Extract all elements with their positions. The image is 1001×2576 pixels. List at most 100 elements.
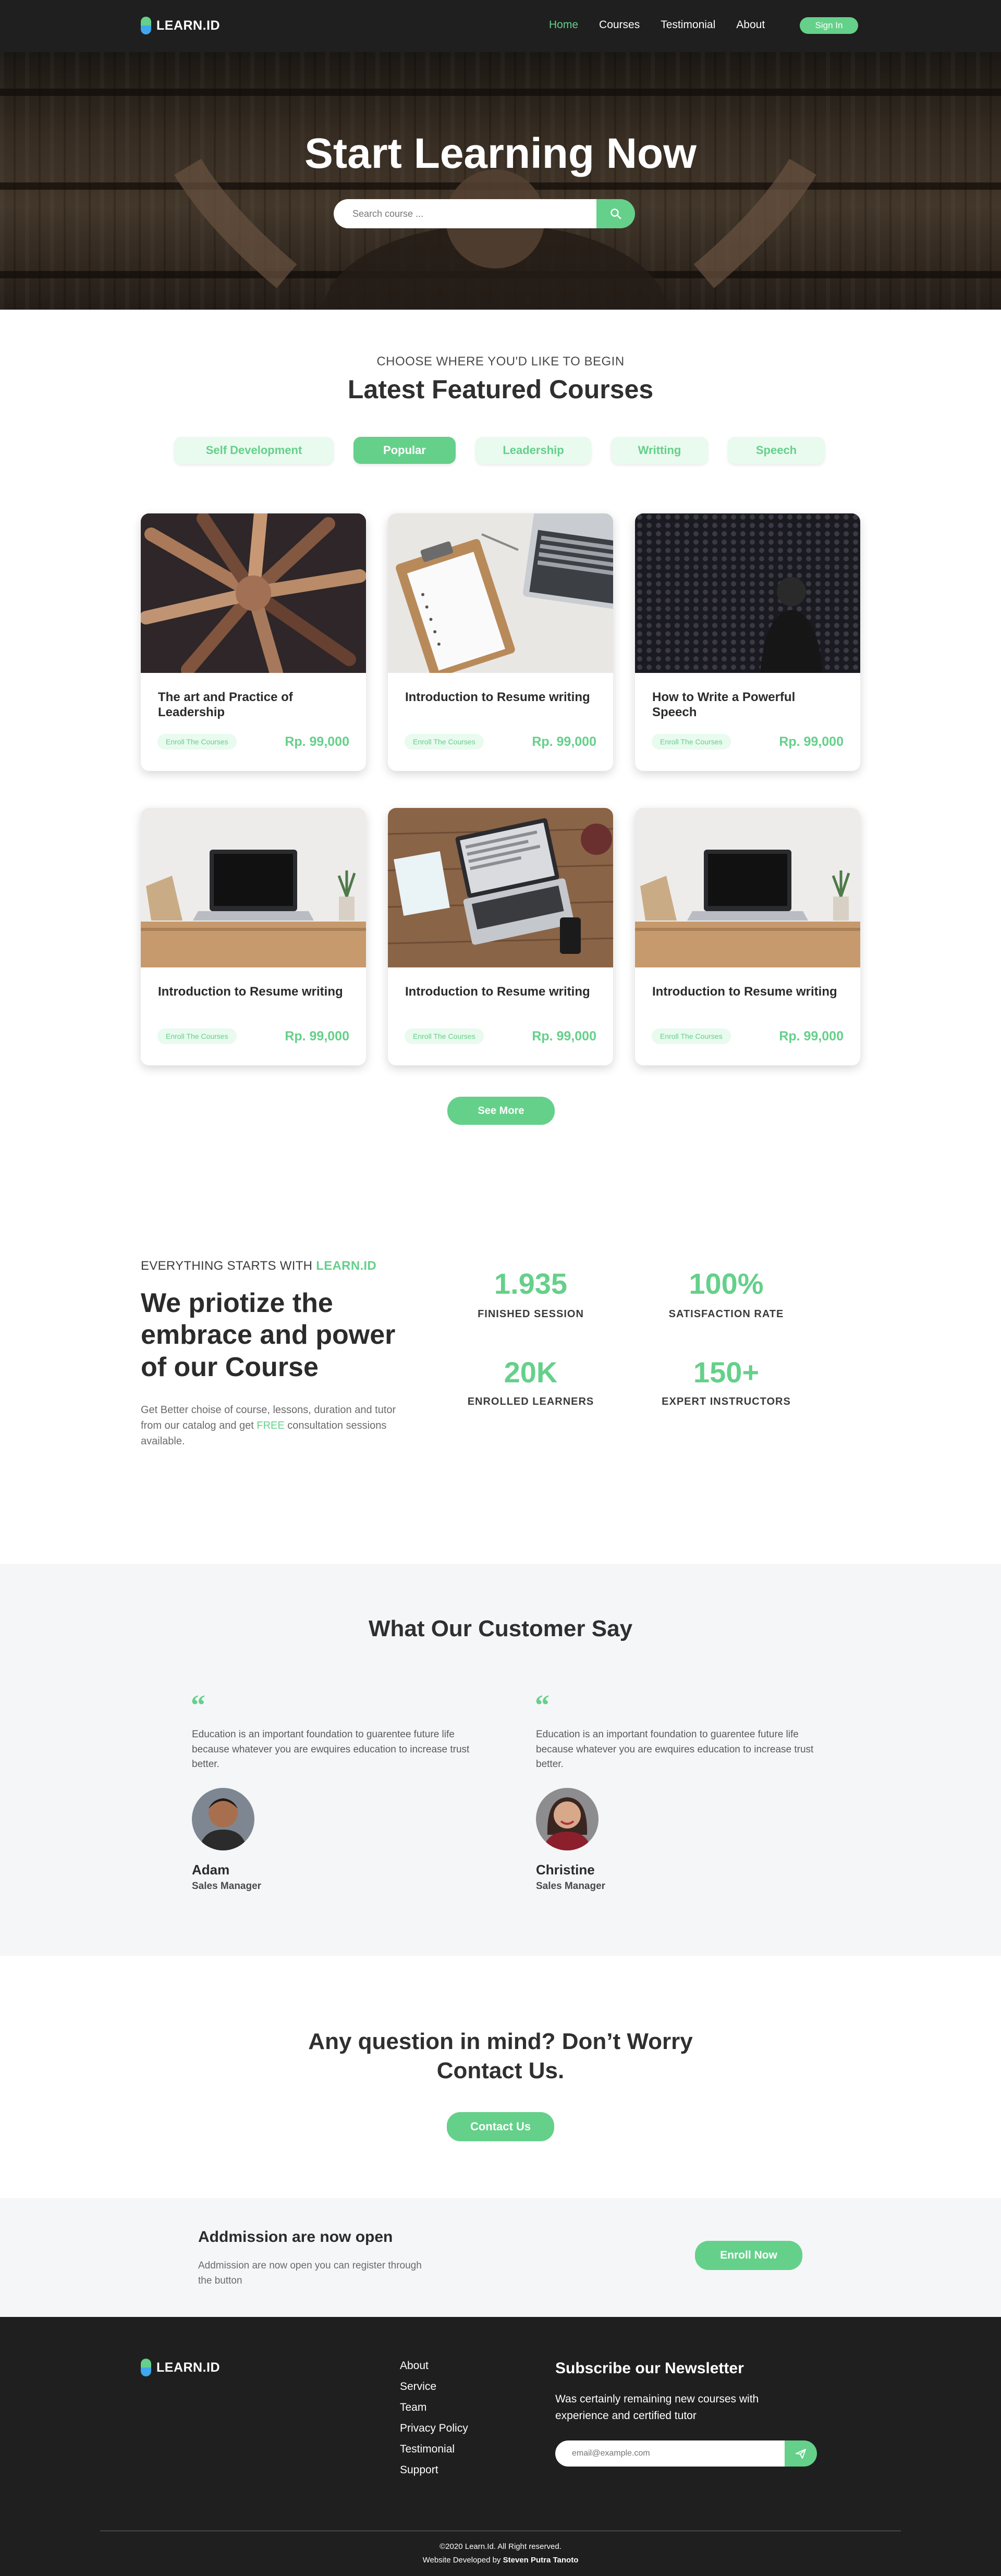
admission-text: Addmission are now open you can register… bbox=[198, 2260, 422, 2286]
about-kicker: EVERYTHING STARTS WITH LEARN.ID bbox=[141, 1259, 376, 1273]
stat-value: 150+ bbox=[693, 1356, 760, 1389]
avatar bbox=[536, 1788, 599, 1850]
newsletter-email-input[interactable] bbox=[555, 2440, 786, 2467]
course-image-teamwork bbox=[141, 513, 366, 673]
courses-title: Latest Featured Courses bbox=[347, 375, 654, 404]
laptop-desk-photo bbox=[141, 808, 366, 967]
footer-link-support[interactable]: Support bbox=[400, 2464, 468, 2476]
testimonial-name: Christine bbox=[536, 1862, 595, 1878]
nav-link-courses[interactable]: Courses bbox=[599, 19, 640, 31]
logo[interactable]: LEARN.ID bbox=[141, 17, 220, 34]
about-title: We priotize the embrace and power of our… bbox=[141, 1288, 396, 1382]
testimonial-role: Sales Manager bbox=[536, 1881, 606, 1892]
course-image-laptop bbox=[635, 808, 860, 967]
course-card[interactable]: Introduction to Resume writing Enroll Th… bbox=[388, 808, 613, 1065]
about-text-free: FREE bbox=[257, 1420, 285, 1431]
testimonial-name: Adam bbox=[192, 1862, 230, 1878]
course-price: Rp. 99,000 bbox=[779, 1029, 844, 1044]
course-title: Introduction to Resume writing bbox=[405, 690, 590, 704]
testimonials-section: What Our Customer Say “ Education is an … bbox=[0, 1564, 1001, 1956]
nav-links: Home Courses Testimonial About bbox=[549, 19, 765, 31]
course-price: Rp. 99,000 bbox=[779, 734, 844, 749]
enroll-tag[interactable]: Enroll The Courses bbox=[405, 734, 484, 750]
nav-link-about[interactable]: About bbox=[736, 19, 765, 31]
course-card[interactable]: Introduction to Resume writing Enroll Th… bbox=[141, 808, 366, 1065]
enroll-tag[interactable]: Enroll The Courses bbox=[652, 1028, 731, 1044]
credit-prefix: Website Developed by bbox=[422, 2556, 501, 2565]
workspace-photo bbox=[388, 808, 613, 967]
logo-text: LEARN.ID bbox=[156, 18, 221, 33]
footer-link-testimonial[interactable]: Testimonial bbox=[400, 2443, 468, 2456]
footer-links: About Service Team Privacy Policy Testim… bbox=[400, 2360, 468, 2485]
resume-clipboard-photo bbox=[388, 513, 613, 673]
enroll-tag[interactable]: Enroll The Courses bbox=[157, 1028, 237, 1044]
admission-title: Addmission are now open bbox=[198, 2228, 393, 2246]
footer-link-privacy-policy[interactable]: Privacy Policy bbox=[400, 2422, 468, 2435]
avatar-christine bbox=[536, 1788, 599, 1850]
course-card[interactable]: Introduction to Resume writing Enroll Th… bbox=[635, 808, 860, 1065]
search-button[interactable] bbox=[596, 199, 635, 228]
enroll-now-button[interactable]: Enroll Now bbox=[695, 2241, 802, 2270]
nav-link-home[interactable]: Home bbox=[549, 19, 578, 31]
search-icon bbox=[611, 208, 621, 219]
contact-title-line2: Contact Us. bbox=[436, 2058, 565, 2083]
teamwork-photo bbox=[141, 513, 366, 673]
course-card[interactable]: The art and Practice of Leadership Enrol… bbox=[141, 513, 366, 771]
contact-us-button[interactable]: Contact Us bbox=[447, 2112, 554, 2141]
quote-icon: “ bbox=[191, 1689, 205, 1722]
sign-in-button[interactable]: Sign In bbox=[800, 17, 858, 34]
stat-label: SATISFACTION RATE bbox=[668, 1308, 784, 1320]
tab-writting[interactable]: Writting bbox=[611, 437, 708, 464]
enroll-tag[interactable]: Enroll The Courses bbox=[157, 734, 237, 750]
tab-popular[interactable]: Popular bbox=[353, 437, 456, 464]
footer-link-team[interactable]: Team bbox=[400, 2401, 468, 2414]
courses-kicker: CHOOSE WHERE YOU'D LIKE TO BEGIN bbox=[376, 354, 625, 369]
enroll-tag[interactable]: Enroll The Courses bbox=[652, 734, 731, 750]
course-title: Introduction to Resume writing bbox=[405, 985, 590, 999]
testimonial-text: Education is an important foundation to … bbox=[192, 1729, 470, 1770]
enroll-tag[interactable]: Enroll The Courses bbox=[405, 1028, 484, 1044]
nav-link-testimonial[interactable]: Testimonial bbox=[661, 19, 715, 31]
hero-banner: Start Learning Now bbox=[0, 52, 1001, 310]
course-price: Rp. 99,000 bbox=[285, 734, 349, 749]
course-search-input[interactable] bbox=[334, 199, 596, 228]
footer-logo[interactable]: LEARN.ID bbox=[141, 2359, 220, 2376]
tab-speech[interactable]: Speech bbox=[728, 437, 825, 464]
logo-text: LEARN.ID bbox=[156, 2360, 221, 2375]
credit-name: Steven Putra Tanoto bbox=[503, 2556, 579, 2565]
audience-speech-photo bbox=[635, 513, 860, 673]
see-more-button[interactable]: See More bbox=[447, 1097, 555, 1125]
top-navbar: LEARN.ID Home Courses Testimonial About … bbox=[0, 0, 1001, 52]
about-text: Get Better choise of course, lessons, du… bbox=[141, 1402, 412, 1449]
tab-leadership[interactable]: Leadership bbox=[475, 437, 591, 464]
newsletter-text: Was certainly remaining new courses with… bbox=[555, 2393, 759, 2422]
avatar-adam bbox=[192, 1788, 254, 1850]
course-image-workspace bbox=[388, 808, 613, 967]
stat-value: 1.935 bbox=[494, 1267, 568, 1300]
send-icon bbox=[796, 2449, 806, 2459]
footer: LEARN.ID About Service Team Privacy Poli… bbox=[0, 2317, 1001, 2576]
newsletter-submit-button[interactable] bbox=[785, 2440, 817, 2467]
course-card[interactable]: How to Write a Powerful Speech Enroll Th… bbox=[635, 513, 860, 771]
hero-title: Start Learning Now bbox=[304, 130, 697, 177]
testimonial-text: Education is an important foundation to … bbox=[536, 1729, 814, 1770]
stat-label: ENROLLED LEARNERS bbox=[467, 1396, 594, 1407]
stat-label: EXPERT INSTRUCTORS bbox=[662, 1396, 791, 1407]
course-price: Rp. 99,000 bbox=[532, 734, 596, 749]
course-card[interactable]: Introduction to Resume writing Enroll Th… bbox=[388, 513, 613, 771]
newsletter-title: Subscribe our Newsletter bbox=[555, 2360, 744, 2377]
tab-self-development[interactable]: Self Development bbox=[174, 437, 334, 464]
stat-label: FINISHED SESSION bbox=[478, 1308, 584, 1320]
course-title: How to Write a Powerful Speech bbox=[652, 690, 796, 719]
stat-value: 100% bbox=[689, 1267, 764, 1300]
admission-banner: Addmission are now open Addmission are n… bbox=[0, 2198, 1001, 2317]
testimonials-title: What Our Customer Say bbox=[368, 1616, 633, 1641]
quote-icon: “ bbox=[535, 1689, 550, 1722]
footer-link-about[interactable]: About bbox=[400, 2360, 468, 2372]
contact-title-line1: Any question in mind? Don’t Worry bbox=[308, 2029, 693, 2054]
laptop-desk-photo bbox=[635, 808, 860, 967]
footer-link-service[interactable]: Service bbox=[400, 2381, 468, 2393]
course-price: Rp. 99,000 bbox=[532, 1029, 596, 1044]
footer-copyright: ©2020 Learn.Id. All Right reserved. bbox=[440, 2542, 561, 2551]
course-image-laptop bbox=[141, 808, 366, 967]
